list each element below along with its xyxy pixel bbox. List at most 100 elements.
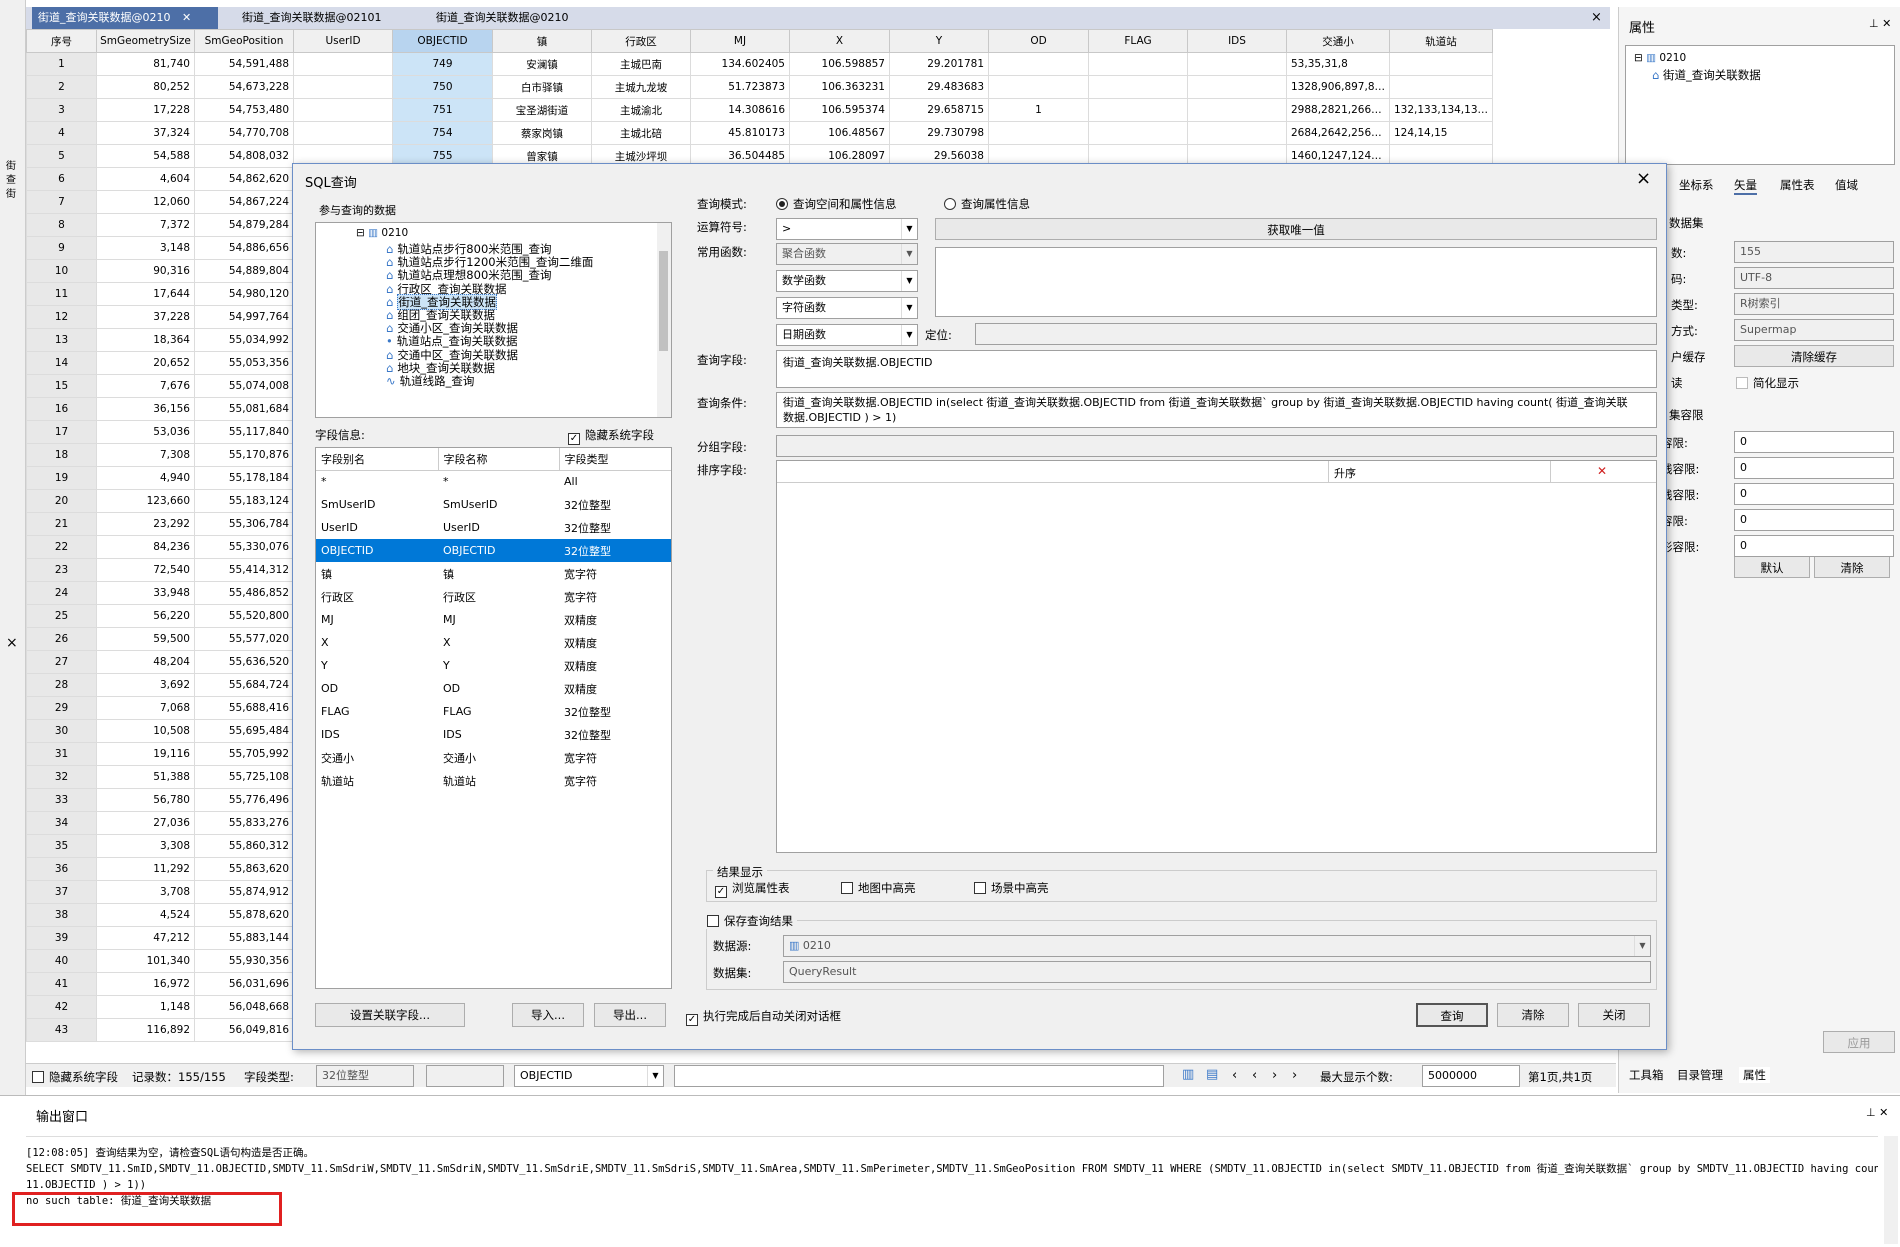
table-cell[interactable]: 751 xyxy=(392,98,493,122)
table-cell[interactable]: 55,520,800 xyxy=(194,604,294,628)
field-cell[interactable]: 镇 xyxy=(316,562,438,585)
table-cell[interactable] xyxy=(1088,98,1188,122)
field-row[interactable]: OBJECTID OBJECTID 32位整型 xyxy=(316,539,671,562)
export-button[interactable]: 导出... xyxy=(594,1003,666,1027)
field-row[interactable]: FLAG FLAG 32位整型 xyxy=(316,700,671,723)
table-cell[interactable]: 55,860,312 xyxy=(194,834,294,858)
table-cell[interactable]: 55,330,076 xyxy=(194,535,294,559)
field-cell[interactable]: UserID xyxy=(316,516,438,539)
save-result-checkbox[interactable]: 保存查询结果 xyxy=(703,913,797,929)
browse-checkbox[interactable]: ✓ 浏览属性表 xyxy=(715,880,790,898)
table-cell[interactable]: 4,524 xyxy=(96,903,195,927)
table-cell[interactable]: 124,14,15 xyxy=(1389,121,1493,145)
tab-vector[interactable]: 矢量 xyxy=(1734,177,1757,195)
field-cell[interactable]: X xyxy=(438,631,559,654)
field-cell[interactable]: FLAG xyxy=(438,700,559,723)
table-row[interactable]: 1 81,740 54,591,488 749 安澜镇 主城巴南 134.602405 106… xyxy=(26,52,1493,76)
locate-input[interactable] xyxy=(975,323,1657,345)
table-cell[interactable]: 26 xyxy=(26,627,97,651)
sort-field-table[interactable]: 升序 ✕ xyxy=(776,460,1657,853)
next-page-icon[interactable]: › xyxy=(1272,1068,1277,1083)
close-icon[interactable]: ✕ xyxy=(182,11,191,24)
group-field-input[interactable] xyxy=(776,435,1657,457)
auto-close-checkbox[interactable]: ✓ 执行完成后自动关闭对话框 xyxy=(686,1008,841,1026)
table-cell[interactable] xyxy=(1187,52,1287,76)
table-cell[interactable]: 29.658715 xyxy=(889,98,989,122)
table-cell[interactable]: 3,708 xyxy=(96,880,195,904)
tree-child[interactable]: ⌂ 街道_查询关联数据 xyxy=(1652,67,1761,83)
table-cell[interactable]: 1328,906,897,8… xyxy=(1286,75,1390,99)
table-cell[interactable]: 14 xyxy=(26,351,97,375)
field-column-header[interactable]: 字段类型 xyxy=(559,448,671,471)
table-cell[interactable]: 2 xyxy=(26,75,97,99)
field-cell[interactable]: 双精度 xyxy=(559,654,671,677)
dataset-input[interactable]: QueryResult xyxy=(783,961,1651,983)
hide-system-fields-checkbox[interactable]: 隐藏系统字段 xyxy=(32,1069,118,1085)
string-select[interactable]: 字符函数 ▼ xyxy=(776,297,918,319)
table-cell[interactable] xyxy=(1187,121,1287,145)
field-cell[interactable]: IDS xyxy=(438,723,559,746)
field-cell[interactable]: 32位整型 xyxy=(559,516,671,539)
table-cell[interactable]: 54,588 xyxy=(96,144,195,168)
column-header[interactable]: UserID xyxy=(293,29,393,53)
table-cell[interactable]: 19,116 xyxy=(96,742,195,766)
table-cell[interactable]: 4 xyxy=(26,121,97,145)
field-cell[interactable]: 轨道站 xyxy=(316,769,438,792)
sort-order[interactable]: 升序 xyxy=(1334,465,1356,481)
table-cell[interactable]: 1 xyxy=(988,98,1089,122)
table-cell[interactable] xyxy=(293,75,393,99)
table-cell[interactable]: 37 xyxy=(26,880,97,904)
table-cell[interactable]: 754 xyxy=(392,121,493,145)
get-unique-button[interactable]: 获取唯一值 xyxy=(935,218,1657,240)
table-cell[interactable]: 106.595374 xyxy=(789,98,890,122)
table-cell[interactable] xyxy=(988,52,1089,76)
field-cell[interactable]: SmUserID xyxy=(316,493,438,516)
field-cell[interactable]: MJ xyxy=(316,608,438,631)
table-cell[interactable]: 48,204 xyxy=(96,650,195,674)
clear-button[interactable]: 清除 xyxy=(1814,556,1890,578)
table-cell[interactable]: 59,500 xyxy=(96,627,195,651)
tolerance-input[interactable]: 0 xyxy=(1734,483,1894,505)
table-cell[interactable]: 37,324 xyxy=(96,121,195,145)
table-cell[interactable]: 72,540 xyxy=(96,558,195,582)
field-cell[interactable]: X xyxy=(316,631,438,654)
column-header[interactable]: 镇 xyxy=(492,29,592,53)
table-cell[interactable]: 21 xyxy=(26,512,97,536)
table-cell[interactable]: 10,508 xyxy=(96,719,195,743)
pin-icon[interactable]: ⊥ ✕ xyxy=(1869,17,1891,30)
table-cell[interactable]: 41 xyxy=(26,972,97,996)
field-column-header[interactable]: 字段别名 xyxy=(316,448,439,471)
set-relation-button[interactable]: 设置关联字段... xyxy=(315,1003,465,1027)
table-cell[interactable]: 750 xyxy=(392,75,493,99)
table-cell[interactable]: 3,692 xyxy=(96,673,195,697)
table-cell[interactable] xyxy=(1088,52,1188,76)
hide-sys-fields-checkbox[interactable]: ✓ 隐藏系统字段 xyxy=(568,427,654,445)
table-cell[interactable]: 101,340 xyxy=(96,949,195,973)
table-cell[interactable]: 17,228 xyxy=(96,98,195,122)
table-cell[interactable]: 3,308 xyxy=(96,834,195,858)
table-cell[interactable]: 54,753,480 xyxy=(194,98,294,122)
math-select[interactable]: 数学函数 ▼ xyxy=(776,270,918,292)
close-icon[interactable]: × xyxy=(1636,168,1651,189)
table-cell[interactable]: 55,883,144 xyxy=(194,926,294,950)
table-cell[interactable]: 主城渝北 xyxy=(591,98,691,122)
field-row[interactable]: 交通小 交通小 宽字符 xyxy=(316,746,671,769)
scene-highlight-checkbox[interactable]: 场景中高亮 xyxy=(974,880,1049,896)
field-cell[interactable]: All xyxy=(559,470,671,493)
table-cell[interactable]: 30 xyxy=(26,719,97,743)
column-header[interactable]: Y xyxy=(889,29,989,53)
tab-2[interactable]: 街道_查询关联数据@02101 xyxy=(236,7,388,29)
table-cell[interactable]: 7,308 xyxy=(96,443,195,467)
first-page-icon[interactable]: ‹ xyxy=(1232,1068,1237,1083)
table-cell[interactable]: 12 xyxy=(26,305,97,329)
table-cell[interactable]: 42 xyxy=(26,995,97,1019)
field-cell[interactable]: Y xyxy=(438,654,559,677)
table-cell[interactable]: 29 xyxy=(26,696,97,720)
default-button[interactable]: 默认 xyxy=(1734,556,1810,578)
aggregate-select[interactable]: 聚合函数 ▼ xyxy=(776,243,918,265)
field-cell[interactable]: OBJECTID xyxy=(316,539,438,562)
table-cell[interactable]: 17,644 xyxy=(96,282,195,306)
table-cell[interactable]: 55,776,496 xyxy=(194,788,294,812)
field-cell[interactable]: OD xyxy=(316,677,438,700)
delete-sort-icon[interactable]: ✕ xyxy=(1597,464,1607,478)
